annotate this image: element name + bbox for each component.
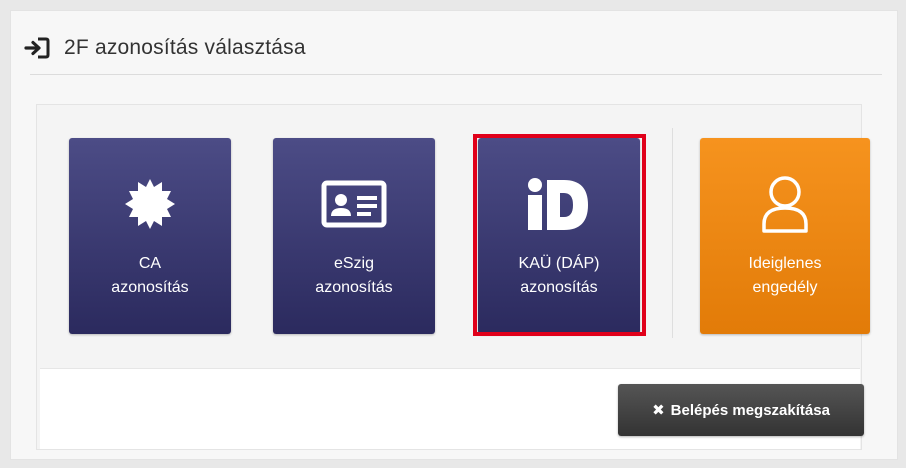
ca-auth-tile[interactable]: CA azonosítás: [69, 138, 231, 334]
sign-in-icon: [24, 36, 52, 60]
close-icon: ✖: [652, 402, 665, 419]
panel-header: 2F azonosítás választása: [24, 28, 874, 68]
page-title: 2F azonosítás választása: [64, 36, 306, 59]
cancel-login-button[interactable]: ✖ Belépés megszakítása: [618, 384, 864, 436]
tile-label: eSzig azonosítás: [315, 255, 393, 296]
id-card-icon: [321, 168, 387, 240]
certificate-badge-icon: [123, 168, 177, 240]
cancel-login-label: Belépés megszakítása: [670, 401, 830, 419]
kau-dap-auth-tile[interactable]: KAÜ (DÁP) azonosítás: [478, 138, 640, 334]
tile-separator: [672, 128, 673, 338]
header-divider: [30, 74, 882, 75]
tile-label: CA azonosítás: [111, 255, 189, 296]
tile-label: Ideiglenes engedély: [748, 255, 822, 296]
temporary-permit-tile[interactable]: Ideiglenes engedély: [700, 138, 870, 334]
tile-label: KAÜ (DÁP) azonosítás: [518, 255, 600, 296]
id-logo-icon: [526, 168, 592, 240]
eszig-auth-tile[interactable]: eSzig azonosítás: [273, 138, 435, 334]
user-icon: [760, 168, 810, 240]
